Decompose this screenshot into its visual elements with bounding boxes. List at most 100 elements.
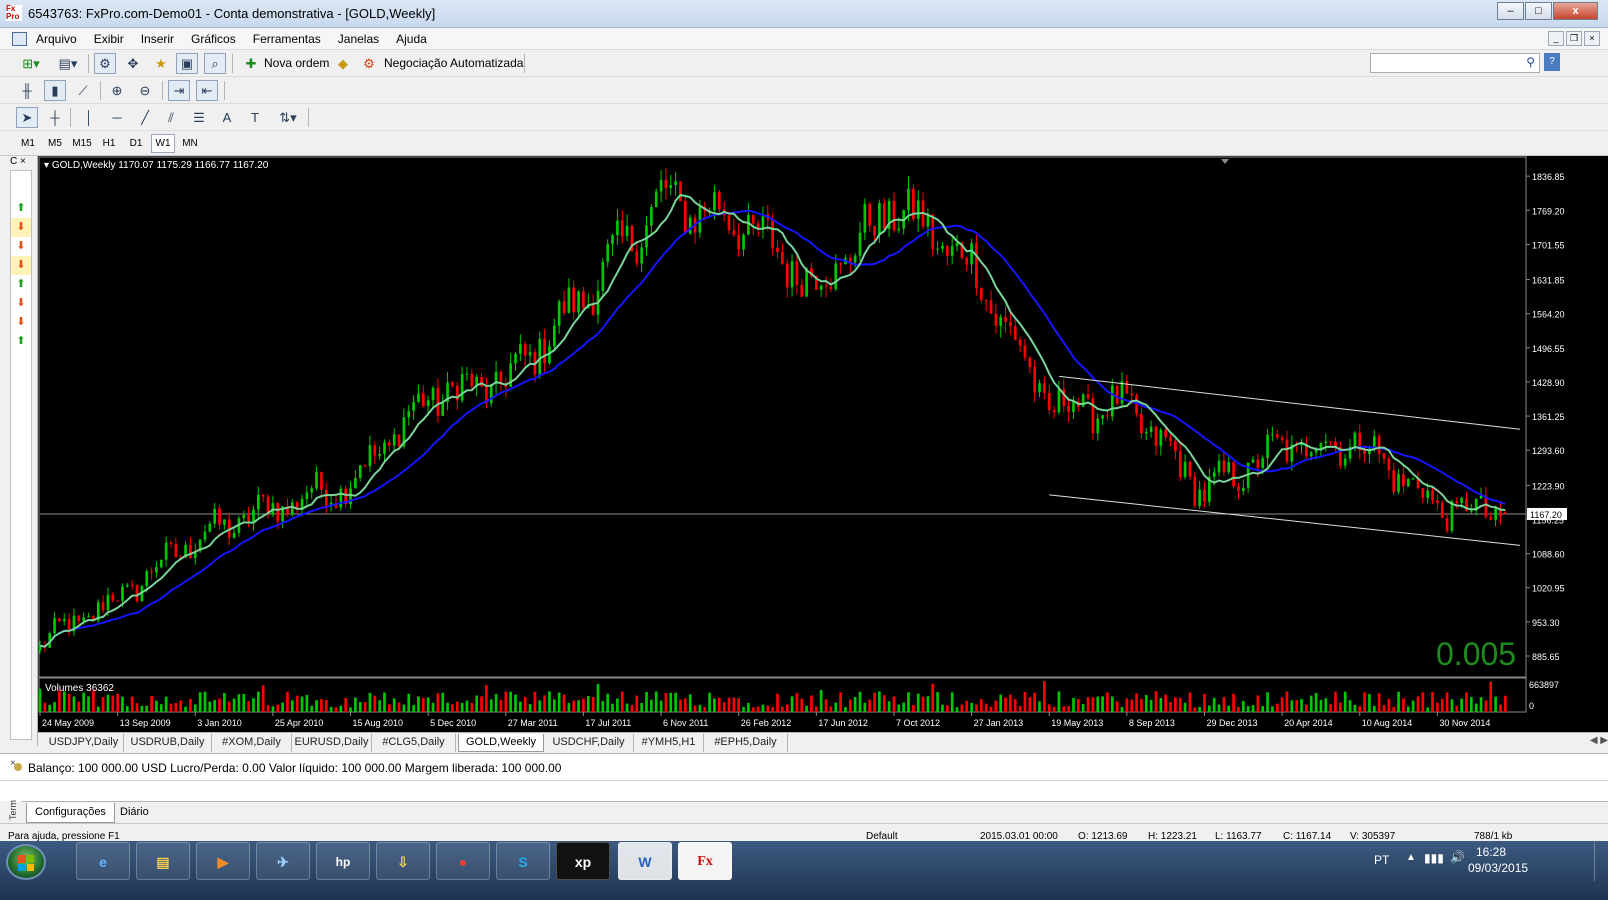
mdi-close-button[interactable]: ×: [1584, 31, 1600, 46]
skype-icon[interactable]: S: [496, 842, 550, 880]
hp-icon[interactable]: hp: [316, 842, 370, 880]
tab-xom[interactable]: #XOM,Daily: [212, 734, 292, 752]
show-desktop-button[interactable]: [1594, 841, 1608, 881]
zoom-out-icon[interactable]: ⊖: [134, 80, 156, 101]
volume-bar: [1023, 691, 1027, 712]
tab-usdjpy[interactable]: USDJPY,Daily: [44, 734, 124, 752]
close-button[interactable]: x: [1553, 2, 1598, 20]
sell-signal-icon[interactable]: ⬇: [11, 294, 31, 313]
auto-scroll-icon[interactable]: ⇥: [168, 80, 190, 101]
vertical-line-icon[interactable]: │: [78, 107, 100, 128]
timeframe-d1[interactable]: D1: [124, 134, 148, 153]
timeframe-mn[interactable]: MN: [178, 134, 202, 153]
menu-arquivo[interactable]: Arquivo: [36, 32, 84, 46]
start-button[interactable]: [6, 844, 46, 880]
timeframe-m1[interactable]: M1: [16, 134, 40, 153]
trendline-icon[interactable]: ╱: [134, 107, 156, 128]
installer-icon[interactable]: ⇩: [376, 842, 430, 880]
equidistant-channel-icon[interactable]: ⫽: [160, 107, 182, 128]
tab-usdchf[interactable]: USDCHF,Daily: [544, 734, 634, 752]
volume-bar: [582, 698, 585, 712]
timeframe-h1[interactable]: H1: [97, 134, 121, 153]
price-chart[interactable]: 1836.85 1769.20 1701.55 1631.85 1564.20 1496.…: [38, 156, 1608, 732]
sell-signal-icon[interactable]: ⬇: [11, 256, 31, 275]
volume-icon[interactable]: 🔊: [1450, 850, 1465, 864]
timeframe-m15[interactable]: M15: [70, 134, 94, 153]
sell-signal-icon[interactable]: ⬇: [11, 218, 31, 237]
timeframe-w1[interactable]: W1: [151, 134, 175, 153]
buy-signal-icon[interactable]: ⬆: [11, 332, 31, 351]
autotrading-icon[interactable]: ⚙: [358, 53, 380, 74]
tab-diario[interactable]: Diário: [112, 803, 157, 823]
market-watch-icon[interactable]: ⚙: [94, 53, 116, 74]
menu-janelas[interactable]: Janelas: [338, 32, 386, 46]
chrome-icon[interactable]: ●: [436, 842, 490, 880]
clock-date[interactable]: 09/03/2015: [1468, 861, 1528, 875]
explorer-icon[interactable]: ▤: [136, 842, 190, 880]
tab-clg5[interactable]: #CLG5,Daily: [372, 734, 456, 752]
tab-usdrub[interactable]: USDRUB,Daily: [124, 734, 212, 752]
candlestick-icon[interactable]: ▮: [44, 80, 66, 101]
line-chart-icon[interactable]: ⟋: [72, 80, 94, 101]
internet-explorer-icon[interactable]: e: [76, 842, 130, 880]
favorites-icon[interactable]: ★: [150, 53, 172, 74]
bar-chart-icon[interactable]: ╫: [16, 80, 38, 101]
crosshair-icon[interactable]: ┼: [44, 107, 66, 128]
price-axis-label: 1496.55: [1532, 344, 1565, 354]
strategy-tester-icon[interactable]: ⌕: [204, 53, 226, 74]
autotrading-button[interactable]: Negociação Automatizada: [384, 56, 523, 70]
new-order-icon[interactable]: ✚: [240, 53, 262, 74]
menu-inserir[interactable]: Inserir: [141, 32, 181, 46]
navigator-icon[interactable]: ✥: [122, 53, 144, 74]
menu-ajuda[interactable]: Ajuda: [396, 32, 434, 46]
tab-gold[interactable]: GOLD,Weekly: [458, 734, 544, 752]
new-chart-icon[interactable]: ⊞▾: [14, 53, 48, 74]
candle-body: [1445, 518, 1449, 531]
candle-body: [421, 393, 425, 407]
sell-signal-icon[interactable]: ⬇: [11, 313, 31, 332]
chart-shift-icon[interactable]: ⇤: [196, 80, 218, 101]
fax-app-icon[interactable]: ✈: [256, 842, 310, 880]
maximize-button[interactable]: □: [1525, 2, 1552, 20]
network-icon[interactable]: ▮▮▮: [1424, 851, 1444, 865]
tab-eph5[interactable]: #EPH5,Daily: [704, 734, 788, 752]
buy-signal-icon[interactable]: ⬆: [11, 199, 31, 218]
minimize-button[interactable]: –: [1497, 2, 1524, 20]
media-player-icon[interactable]: ▶: [196, 842, 250, 880]
buy-signal-icon[interactable]: ⬆: [11, 275, 31, 294]
menu-graficos[interactable]: Gráficos: [191, 32, 243, 46]
tray-expand-icon[interactable]: ▲: [1406, 852, 1416, 863]
metaeditor-icon[interactable]: ◆: [332, 53, 354, 74]
tab-scroll-arrows[interactable]: ◀ ▶: [1590, 735, 1608, 746]
language-indicator[interactable]: PT: [1374, 853, 1389, 867]
profiles-icon[interactable]: ▤▾: [52, 53, 84, 74]
timeframe-m5[interactable]: M5: [43, 134, 67, 153]
mdi-restore-button[interactable]: ❐: [1566, 31, 1582, 46]
volume-bar: [257, 691, 260, 712]
fibonacci-icon[interactable]: ☰: [188, 107, 210, 128]
zoom-in-icon[interactable]: ⊕: [106, 80, 128, 101]
horizontal-line-icon[interactable]: ─: [106, 107, 128, 128]
arrows-icon[interactable]: ⇅▾: [272, 107, 304, 128]
text-label-icon[interactable]: T: [244, 107, 266, 128]
word-icon[interactable]: W: [618, 842, 672, 880]
menu-exibir[interactable]: Exibir: [94, 32, 131, 46]
chart-window[interactable]: 1836.85 1769.20 1701.55 1631.85 1564.20 1496.…: [38, 156, 1608, 732]
help-icon[interactable]: ?: [1544, 53, 1560, 71]
document-icon[interactable]: [12, 32, 27, 46]
tab-ymh5[interactable]: #YMH5,H1: [634, 734, 704, 752]
menu-ferramentas[interactable]: Ferramentas: [253, 32, 328, 46]
xp-investimentos-icon[interactable]: xp: [556, 842, 610, 880]
sell-signal-icon[interactable]: ⬇: [11, 237, 31, 256]
cursor-icon[interactable]: ➤: [16, 107, 38, 128]
text-icon[interactable]: A: [216, 107, 238, 128]
search-icon[interactable]: ⚲: [1526, 55, 1535, 69]
new-order-button[interactable]: Nova ordem: [264, 56, 329, 70]
clock-time[interactable]: 16:28: [1476, 845, 1506, 859]
search-input[interactable]: ⚲: [1370, 53, 1540, 73]
tab-configuracoes[interactable]: Configurações: [26, 803, 115, 823]
mdi-minimize-button[interactable]: _: [1548, 31, 1564, 46]
tab-eurusd[interactable]: EURUSD,Daily: [292, 734, 372, 752]
fxpro-taskbar-icon[interactable]: Fx: [678, 842, 732, 880]
data-window-icon[interactable]: ▣: [176, 53, 198, 74]
